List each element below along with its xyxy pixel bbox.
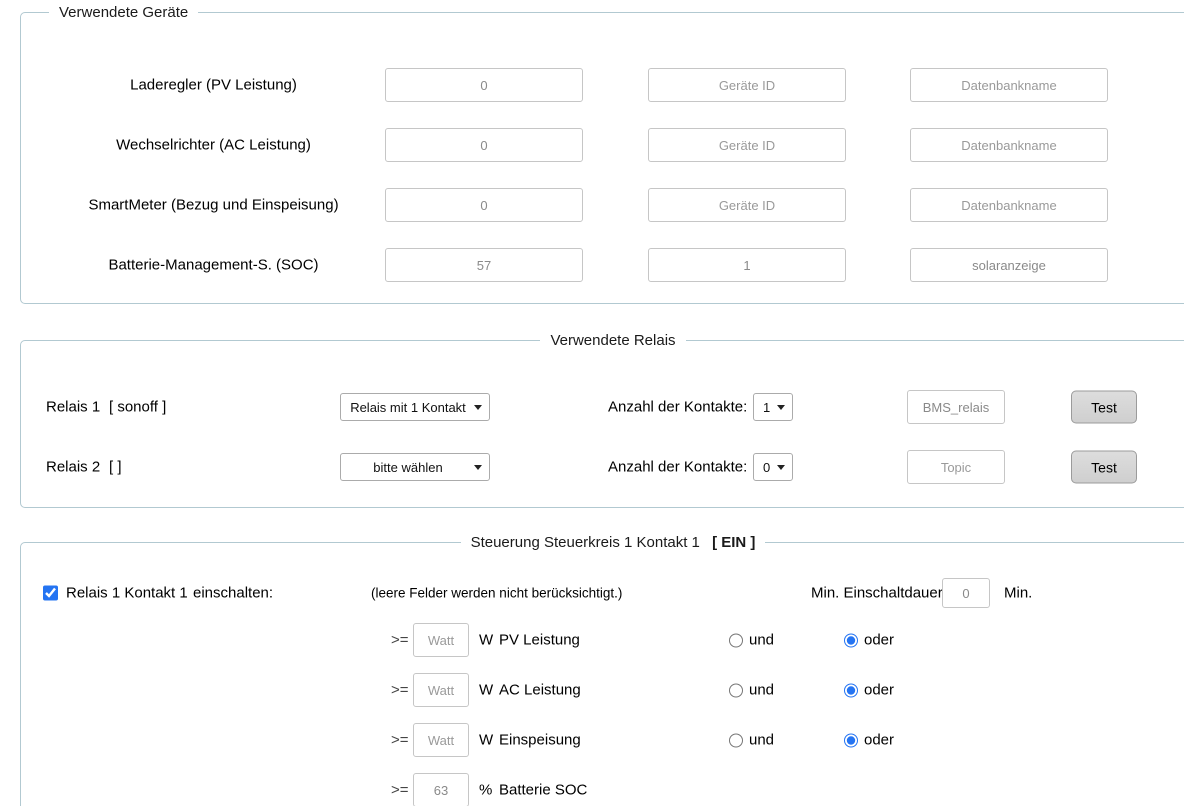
device-db-input[interactable] (910, 248, 1108, 282)
radio-option-oder[interactable]: oder (844, 682, 894, 699)
device-label: Laderegler (PV Leistung) (21, 77, 406, 94)
condition-row-pv: >= W PV Leistung und oder (21, 615, 1184, 665)
device-db-input[interactable] (910, 68, 1108, 102)
condition-value-input[interactable] (413, 723, 469, 757)
test-button[interactable]: Test (1071, 451, 1137, 484)
contacts-count-select[interactable]: 1 (753, 393, 793, 421)
condition-unit: W (479, 682, 493, 699)
relay-assigned-label: [ ] (109, 459, 122, 476)
chevron-down-icon (777, 405, 785, 410)
radio-option-und[interactable]: und (729, 632, 774, 649)
und-radio[interactable] (729, 633, 743, 647)
oder-radio-label: oder (864, 632, 894, 649)
device-row-bms: Batterie-Management-S. (SOC) (21, 235, 1184, 295)
enable-checkbox-label: Relais 1 Kontakt 1 (66, 585, 188, 602)
relay-type-select[interactable]: Relais mit 1 Kontakt (340, 393, 490, 421)
device-label: SmartMeter (Bezug und Einspeisung) (21, 197, 406, 214)
und-radio[interactable] (729, 733, 743, 747)
device-label: Batterie-Management-S. (SOC) (21, 257, 406, 274)
und-radio[interactable] (729, 683, 743, 697)
enable-action-label: einschalten: (193, 585, 273, 602)
control-legend: Steuerung Steuerkreis 1 Kontakt 1 [ EIN … (461, 534, 766, 551)
condition-unit: W (479, 632, 493, 649)
device-db-input[interactable] (910, 188, 1108, 222)
empty-fields-note: (leere Felder werden nicht berücksichtig… (371, 586, 622, 601)
condition-operator: >= (391, 632, 409, 649)
relays-section: Verwendete Relais Relais 1 [ sonoff ] Re… (20, 332, 1184, 508)
oder-radio[interactable] (844, 683, 858, 697)
relay-row-1: Relais 1 [ sonoff ] Relais mit 1 Kontakt… (21, 377, 1184, 437)
oder-radio[interactable] (844, 633, 858, 647)
condition-row-einspeisung: >= W Einspeisung und oder (21, 715, 1184, 765)
und-radio-label: und (749, 632, 774, 649)
condition-label: AC Leistung (499, 682, 581, 699)
condition-row-ac: >= W AC Leistung und oder (21, 665, 1184, 715)
device-value-input[interactable] (385, 68, 583, 102)
control-section: Steuerung Steuerkreis 1 Kontakt 1 [ EIN … (20, 534, 1184, 806)
condition-label: Einspeisung (499, 732, 581, 749)
device-id-input[interactable] (648, 188, 846, 222)
radio-option-und[interactable]: und (729, 682, 774, 699)
condition-value-input[interactable] (413, 773, 469, 806)
device-id-input[interactable] (648, 68, 846, 102)
condition-operator: >= (391, 682, 409, 699)
radio-option-und[interactable]: und (729, 732, 774, 749)
device-label: Wechselrichter (AC Leistung) (21, 137, 406, 154)
radio-option-oder[interactable]: oder (844, 632, 894, 649)
condition-value-input[interactable] (413, 623, 469, 657)
contacts-count-select[interactable]: 0 (753, 453, 793, 481)
device-id-input[interactable] (648, 248, 846, 282)
device-id-input[interactable] (648, 128, 846, 162)
topic-input[interactable] (907, 390, 1005, 424)
relays-legend: Verwendete Relais (540, 332, 685, 349)
chevron-down-icon (777, 465, 785, 470)
condition-unit: % (479, 782, 492, 799)
oder-radio-label: oder (864, 682, 894, 699)
oder-radio[interactable] (844, 733, 858, 747)
contacts-selected-value: 1 (763, 400, 770, 415)
und-radio-label: und (749, 682, 774, 699)
device-row-smartmeter: SmartMeter (Bezug und Einspeisung) (21, 175, 1184, 235)
condition-label: Batterie SOC (499, 782, 587, 799)
topic-input[interactable] (907, 450, 1005, 484)
relay-row-2: Relais 2 [ ] bitte wählen Anzahl der Kon… (21, 437, 1184, 497)
min-on-duration-input[interactable] (942, 578, 990, 608)
contacts-count-label: Anzahl der Kontakte: (608, 399, 747, 416)
relay-contact-enable-checkbox[interactable] (43, 586, 58, 601)
device-db-input[interactable] (910, 128, 1108, 162)
control-state-badge: [ EIN ] (712, 534, 755, 551)
device-value-input[interactable] (385, 188, 583, 222)
condition-value-input[interactable] (413, 673, 469, 707)
relay-name: Relais 2 (46, 459, 100, 476)
relay-type-select[interactable]: bitte wählen (340, 453, 490, 481)
min-on-duration-label: Min. Einschaltdauer (811, 585, 943, 602)
devices-section: Verwendete Geräte Laderegler (PV Leistun… (20, 4, 1184, 304)
relay-type-selected-value: Relais mit 1 Kontakt (350, 400, 466, 415)
relay-name: Relais 1 (46, 399, 100, 416)
devices-legend: Verwendete Geräte (49, 4, 198, 21)
chevron-down-icon (474, 465, 482, 470)
relay-type-selected-value: bitte wählen (373, 460, 442, 475)
chevron-down-icon (474, 405, 482, 410)
condition-operator: >= (391, 782, 409, 799)
condition-row-soc: >= % Batterie SOC (21, 765, 1184, 806)
device-value-input[interactable] (385, 128, 583, 162)
control-header-row: Relais 1 Kontakt 1 einschalten: (leere F… (21, 571, 1184, 615)
und-radio-label: und (749, 732, 774, 749)
condition-label: PV Leistung (499, 632, 580, 649)
oder-radio-label: oder (864, 732, 894, 749)
radio-option-oder[interactable]: oder (844, 732, 894, 749)
device-row-laderegler: Laderegler (PV Leistung) (21, 55, 1184, 115)
device-value-input[interactable] (385, 248, 583, 282)
condition-unit: W (479, 732, 493, 749)
min-on-duration-unit: Min. (1004, 585, 1032, 602)
device-row-wechselrichter: Wechselrichter (AC Leistung) (21, 115, 1184, 175)
contacts-selected-value: 0 (763, 460, 770, 475)
control-legend-title: Steuerung Steuerkreis 1 Kontakt 1 (471, 534, 700, 551)
relay-assigned-label: [ sonoff ] (109, 399, 166, 416)
condition-operator: >= (391, 732, 409, 749)
test-button[interactable]: Test (1071, 391, 1137, 424)
contacts-count-label: Anzahl der Kontakte: (608, 459, 747, 476)
